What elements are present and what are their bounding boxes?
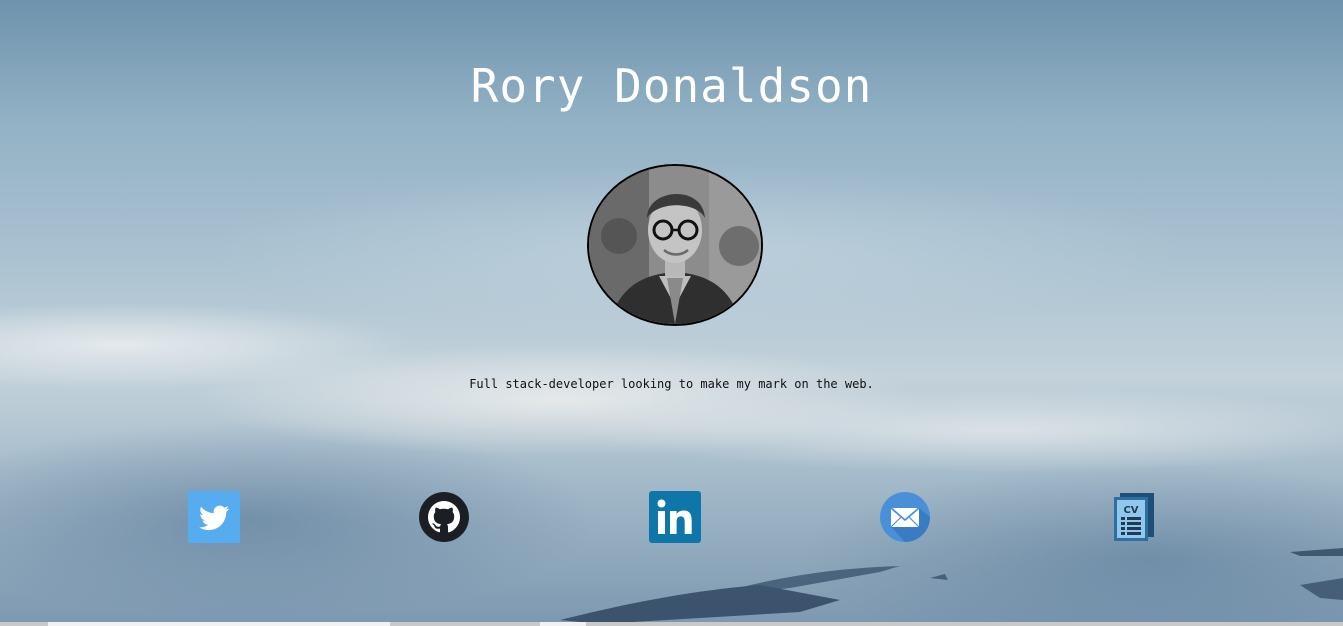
profile-avatar (587, 164, 763, 326)
email-link[interactable] (879, 491, 931, 543)
tagline: Full stack-developer looking to make my … (469, 377, 874, 391)
scrollbar-thumb[interactable] (48, 622, 390, 626)
linkedin-icon (649, 491, 701, 543)
scrollbar-segment (540, 622, 586, 626)
cv-link[interactable]: CV (1110, 491, 1162, 543)
svg-text:CV: CV (1123, 505, 1138, 516)
github-link[interactable] (418, 491, 470, 543)
horizontal-scrollbar[interactable] (0, 622, 1343, 626)
twitter-link[interactable] (188, 491, 240, 543)
social-links: CV (0, 491, 1343, 543)
envelope-icon (880, 492, 930, 542)
linkedin-link[interactable] (649, 491, 701, 543)
twitter-icon (188, 491, 240, 543)
cv-document-icon: CV (1114, 493, 1154, 541)
github-icon (419, 492, 469, 542)
page-title: Rory Donaldson (470, 59, 873, 113)
